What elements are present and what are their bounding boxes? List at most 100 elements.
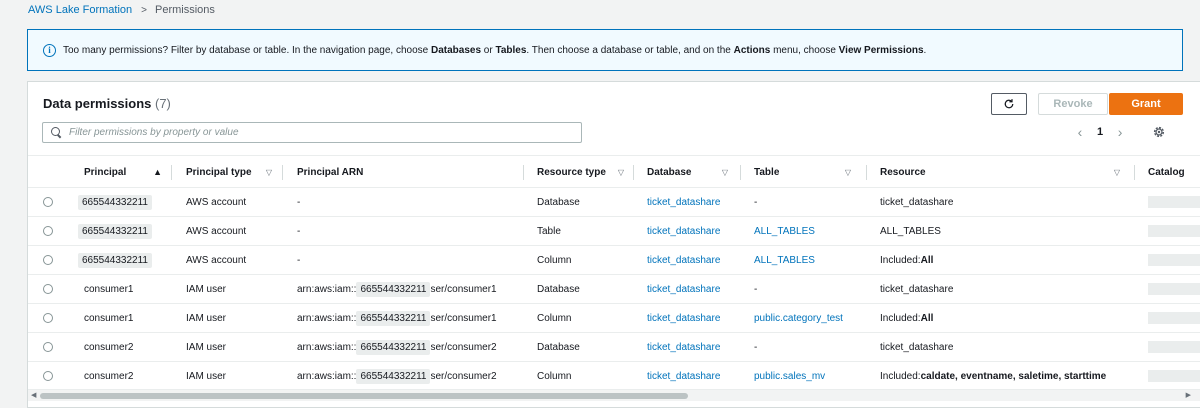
row-radio-button[interactable] (43, 197, 53, 207)
revoke-button[interactable]: Revoke (1038, 93, 1108, 115)
table-link[interactable]: public.sales_mv (754, 371, 825, 382)
database-link[interactable]: ticket_datashare (647, 255, 720, 266)
gear-icon[interactable] (1152, 125, 1166, 139)
table-row[interactable]: consumer1 IAM user arn:aws:iam:: 6655443322… (28, 275, 1200, 304)
cell-principal-type: AWS account (186, 254, 247, 266)
table-row[interactable]: 665544332211 AWS account - Table ticket_data… (28, 217, 1200, 246)
row-radio-button[interactable] (43, 342, 53, 352)
cell-table: - (754, 188, 757, 216)
principal-value: 665544332211 (78, 194, 152, 210)
table-row[interactable]: consumer2 IAM user arn:aws:iam:: 6655443322… (28, 362, 1200, 391)
database-link[interactable]: ticket_datashare (647, 342, 720, 353)
arn-account-id: 665544332211 (356, 310, 431, 326)
search-icon (51, 127, 62, 138)
cell-resource-type: Column (537, 254, 572, 266)
table-link[interactable]: ALL_TABLES (754, 255, 815, 266)
sort-icon[interactable]: ▽ (1114, 168, 1120, 177)
cell-table: public.category_test (754, 304, 843, 332)
cell-resource: ticket_datashare (880, 188, 953, 216)
column-header-resource[interactable]: Resource ▽ (880, 156, 1120, 188)
column-header-label: Principal ARN (297, 166, 364, 178)
banner-text-part: View Permissions (838, 44, 924, 56)
banner-text-part: . Then choose a database or table, and o… (526, 44, 734, 56)
sort-icon[interactable]: ▽ (722, 168, 728, 177)
sort-icon[interactable]: ▽ (618, 168, 624, 177)
column-header-label: Principal type (186, 166, 252, 178)
resource-value: All (920, 254, 934, 266)
sort-ascending-icon[interactable]: ▲ (153, 167, 162, 177)
principal-value: 665544332211 (78, 252, 152, 268)
database-link[interactable]: ticket_datashare (647, 371, 720, 382)
column-header-table[interactable]: Table ▽ (754, 156, 851, 188)
table-link[interactable]: ALL_TABLES (754, 226, 815, 237)
cell-table: ALL_TABLES (754, 217, 815, 245)
database-link[interactable]: ticket_datashare (647, 226, 720, 237)
cell-principal: 665544332211 (78, 246, 152, 274)
column-header-principal-arn[interactable]: Principal ARN (297, 156, 363, 188)
table-row[interactable]: consumer1 IAM user arn:aws:iam:: 6655443322… (28, 304, 1200, 333)
arn-prefix: arn:aws:iam:: (297, 312, 357, 324)
horizontal-scrollbar[interactable]: ◀ ▶ (28, 389, 1200, 401)
row-radio-button[interactable] (43, 226, 53, 236)
column-header-database[interactable]: Database ▽ (647, 156, 728, 188)
arn-prefix: arn:aws:iam:: (297, 283, 357, 295)
chevron-left-icon[interactable]: ‹ (1073, 124, 1087, 140)
arn-prefix: - (297, 196, 301, 208)
cell-principal-type: IAM user (186, 341, 227, 353)
cell-table: public.sales_mv (754, 362, 825, 390)
scroll-right-icon[interactable]: ▶ (1186, 391, 1191, 399)
column-header-principal[interactable]: Principal ▲ (84, 156, 162, 188)
table-value: - (754, 283, 758, 295)
table-row[interactable]: consumer2 IAM user arn:aws:iam:: 6655443322… (28, 333, 1200, 362)
arn-suffix: ser/consumer1 (430, 283, 497, 295)
info-icon: i (43, 43, 56, 57)
cell-resource: Included: All (880, 246, 933, 274)
cell-principal: 665544332211 (78, 217, 152, 245)
scrollbar-thumb[interactable] (40, 393, 688, 399)
resource-value: ticket_datashare (880, 283, 954, 295)
column-header-label: Catalog (1148, 166, 1185, 178)
arn-suffix: ser/consumer2 (430, 370, 497, 382)
arn-account-id: 665544332211 (356, 281, 431, 297)
chevron-right-icon[interactable]: › (1113, 124, 1127, 140)
cell-catalog (1148, 341, 1200, 353)
table-row[interactable]: 665544332211 AWS account - Column ticket_dat… (28, 246, 1200, 275)
column-header-resource-type[interactable]: Resource type ▽ (537, 156, 624, 188)
database-link[interactable]: ticket_datashare (647, 197, 720, 208)
column-header-catalog[interactable]: Catalog (1148, 156, 1185, 188)
arn-prefix: arn:aws:iam:: (297, 341, 357, 353)
cell-table: - (754, 275, 757, 303)
search-box[interactable] (42, 122, 582, 143)
cell-principal-type: AWS account (186, 196, 247, 208)
resource-label: Included: (880, 370, 921, 382)
column-header-principal-type[interactable]: Principal type ▽ (186, 156, 272, 188)
database-link[interactable]: ticket_datashare (647, 313, 720, 324)
arn-suffix: ser/consumer1 (430, 312, 497, 324)
principal-value: 665544332211 (78, 223, 152, 239)
grant-button[interactable]: Grant (1109, 93, 1183, 115)
row-radio-button[interactable] (43, 284, 53, 294)
resource-label: Included: (880, 312, 921, 324)
sort-icon[interactable]: ▽ (266, 168, 272, 177)
breadcrumb-link-lake-formation[interactable]: AWS Lake Formation (28, 4, 132, 16)
cell-principal-type: IAM user (186, 370, 227, 382)
resource-value: caldate, eventname, saletime, starttime (920, 370, 1107, 382)
search-input[interactable] (69, 127, 569, 138)
table-link[interactable]: public.category_test (754, 313, 843, 324)
banner-text-part: Actions (733, 44, 771, 56)
info-banner: i Too many permissions? Filter by databa… (27, 29, 1183, 71)
scroll-left-icon[interactable]: ◀ (31, 391, 36, 399)
column-header-label: Principal (84, 166, 127, 178)
cell-principal: consumer1 (84, 275, 133, 303)
refresh-button[interactable] (991, 93, 1027, 115)
resource-value: All (920, 312, 934, 324)
table-row[interactable]: 665544332211 AWS account - Database ticket_d… (28, 188, 1200, 217)
column-divider (1134, 165, 1135, 180)
sort-icon[interactable]: ▽ (845, 168, 851, 177)
row-radio-button[interactable] (43, 313, 53, 323)
principal-value: consumer1 (84, 283, 134, 295)
row-radio-button[interactable] (43, 255, 53, 265)
row-radio-button[interactable] (43, 371, 53, 381)
database-link[interactable]: ticket_datashare (647, 284, 720, 295)
current-page[interactable]: 1 (1097, 126, 1103, 138)
